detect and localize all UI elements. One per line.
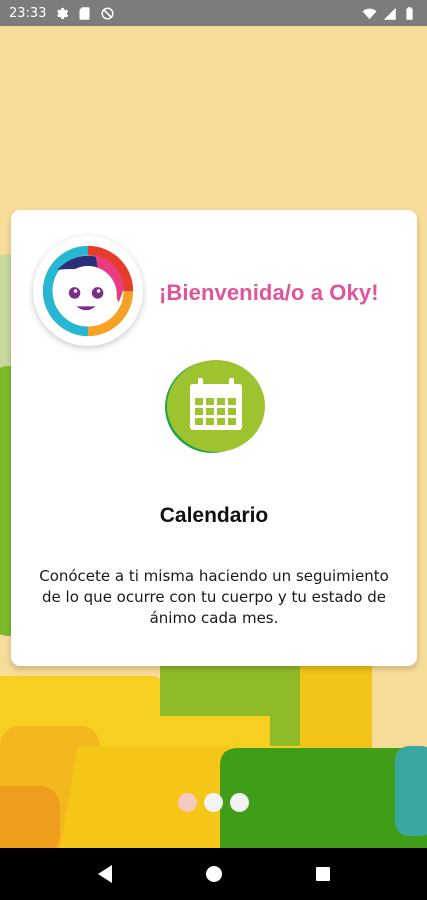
recents-button[interactable] (308, 859, 338, 889)
cell-signal-icon (382, 6, 397, 21)
feature-title: Calendario (159, 504, 269, 527)
page-dot-1[interactable] (178, 793, 197, 812)
home-icon (205, 866, 222, 882)
battery-icon (402, 6, 417, 21)
welcome-title: ¡Bienvenida/o a Oky! (159, 280, 379, 305)
home-button[interactable] (199, 859, 229, 889)
page-indicator (178, 793, 249, 812)
oky-logo (33, 236, 143, 346)
status-time: 23:33 (9, 5, 47, 21)
onboarding-card: ¡Bienvenida/o a Oky! Calendario Conócete… (11, 210, 417, 666)
back-button[interactable] (90, 859, 120, 889)
settings-icon (54, 6, 69, 21)
do-not-disturb-icon (100, 6, 115, 21)
back-icon (97, 865, 112, 883)
recents-icon (315, 867, 330, 881)
sd-card-icon (77, 6, 92, 21)
page-dot-3[interactable] (230, 793, 249, 812)
calendar-feature-icon (158, 360, 270, 454)
navigation-bar (0, 848, 427, 900)
calendar-icon (165, 360, 265, 453)
status-right (362, 6, 417, 21)
wifi-icon (362, 6, 377, 21)
oky-face-icon (42, 245, 134, 337)
status-left: 23:33 (9, 6, 115, 21)
page-dot-2[interactable] (204, 793, 223, 812)
feature-description: Conócete a ti misma haciendo un seguimie… (39, 567, 389, 627)
status-bar: 23:33 (0, 0, 427, 26)
